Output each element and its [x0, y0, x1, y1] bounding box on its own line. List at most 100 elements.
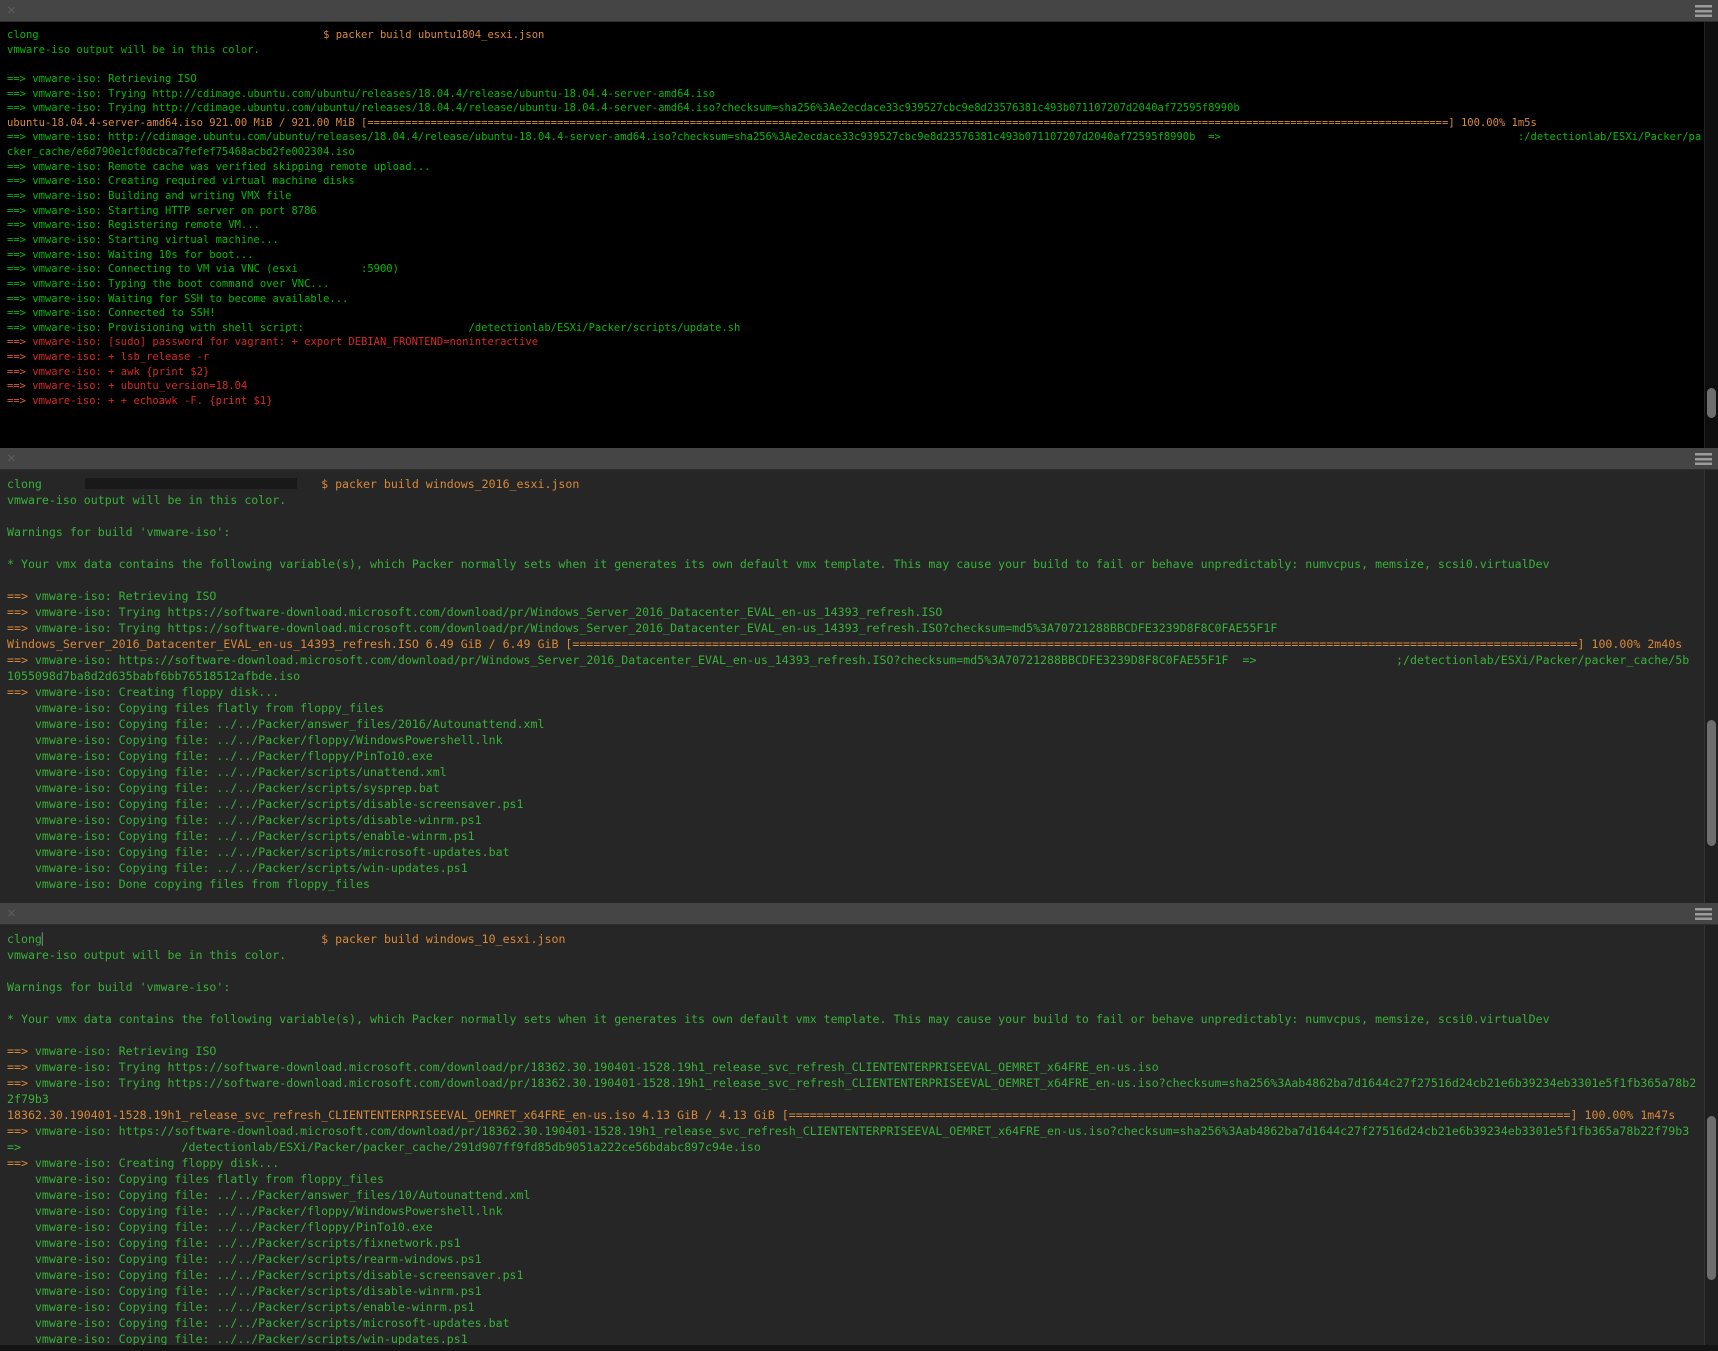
terminal-line: ==> vmware-iso: Trying http://cdimage.ub… [7, 87, 1718, 102]
terminal-line: 18362.30.190401-1528.19h1_release_svc_re… [7, 1107, 1718, 1123]
terminal-line: vmware-iso: Copying file: ../../Packer/f… [7, 1219, 1718, 1235]
terminal-line [7, 1027, 1718, 1043]
pane-title-bar[interactable]: × [0, 0, 1718, 22]
terminal-line: vmware-iso: Done copying files from flop… [7, 876, 1718, 892]
terminal-line [7, 540, 1718, 556]
terminal-line [7, 508, 1718, 524]
terminal-line: ==> vmware-iso: Registering remote VM... [7, 218, 1718, 233]
terminal-line: vmware-iso: Copying file: ../../Packer/s… [7, 780, 1718, 796]
terminal-line: ==> vmware-iso: Trying https://software-… [7, 604, 1718, 620]
terminal-line: ==> vmware-iso: + + echoawk -F. {print $… [7, 394, 1718, 409]
terminal-line: ==> vmware-iso: Typing the boot command … [7, 277, 1718, 292]
close-pane-icon[interactable]: × [7, 904, 16, 924]
terminal-line: vmware-iso: Copying file: ../../Packer/s… [7, 1283, 1718, 1299]
terminal-line: vmware-iso: Copying file: ../../Packer/s… [7, 1235, 1718, 1251]
terminal-line: ==> vmware-iso: Retrieving ISO [7, 588, 1718, 604]
scrollbar-track[interactable] [1704, 470, 1718, 903]
terminal-line: ==> vmware-iso: Starting virtual machine… [7, 233, 1718, 248]
scrollbar-thumb[interactable] [1707, 1116, 1716, 1280]
terminal-line: ==> vmware-iso: Starting HTTP server on … [7, 204, 1718, 219]
terminal-line: vmware-iso: Copying file: ../../Packer/s… [7, 764, 1718, 780]
terminal-line: ==> vmware-iso: Connected to SSH! [7, 306, 1718, 321]
terminal-content[interactable]: clong $ packer build ubuntu1804_esxi.jso… [0, 22, 1718, 448]
terminal-line: ==> vmware-iso: + awk {print $2} [7, 365, 1718, 380]
terminal-line: Windows_Server_2016_Datacenter_EVAL_en-u… [7, 636, 1718, 652]
terminal-line: vmware-iso: Copying file: ../../Packer/s… [7, 1267, 1718, 1283]
terminal-line [7, 572, 1718, 588]
terminal-pane-windows-2016: × clong $ packer build windows_2016_esxi… [0, 448, 1718, 903]
scrollbar-track[interactable] [1704, 22, 1718, 448]
terminal-line: ==> vmware-iso: Provisioning with shell … [7, 321, 1718, 336]
terminal-line: vmware-iso: Copying file: ../../Packer/s… [7, 844, 1718, 860]
terminal-line: vmware-iso output will be in this color. [7, 43, 1718, 58]
terminal-output: clong $ packer build windows_2016_esxi.j… [0, 470, 1718, 892]
terminal-line: ==> vmware-iso: Trying https://software-… [7, 1075, 1718, 1091]
terminal-line: ==> vmware-iso: Building and writing VMX… [7, 189, 1718, 204]
terminal-line: vmware-iso: Copying file: ../../Packer/s… [7, 812, 1718, 828]
terminal-output: clong▏ $ packer build windows_10_esxi.js… [0, 925, 1718, 1345]
terminal-line: vmware-iso output will be in this color. [7, 492, 1718, 508]
terminal-line: ubuntu-18.04.4-server-amd64.iso 921.00 M… [7, 116, 1718, 131]
terminal-line: ==> vmware-iso: Waiting 10s for boot... [7, 248, 1718, 263]
window-bottom-edge [0, 1345, 1718, 1351]
terminal-line: vmware-iso: Copying file: ../../Packer/s… [7, 1251, 1718, 1267]
close-pane-icon[interactable]: × [7, 449, 16, 469]
terminal-line: vmware-iso: Copying file: ../../Packer/f… [7, 732, 1718, 748]
pane-title-bar[interactable]: × [0, 448, 1718, 470]
terminal-line: Warnings for build 'vmware-iso': [7, 524, 1718, 540]
terminal-line: ==> vmware-iso: Creating required virtua… [7, 174, 1718, 189]
terminal-line: ==> vmware-iso: Trying https://software-… [7, 620, 1718, 636]
terminal-line: ==> vmware-iso: [sudo] password for vagr… [7, 335, 1718, 350]
terminal-line: ==> vmware-iso: https://software-downloa… [7, 652, 1718, 668]
terminal-line [7, 995, 1718, 1011]
terminal-line: vmware-iso: Copying file: ../../Packer/f… [7, 748, 1718, 764]
scrollbar-thumb[interactable] [1707, 720, 1716, 846]
terminal-line: ==> vmware-iso: http://cdimage.ubuntu.co… [7, 130, 1718, 145]
terminal-line: ==> vmware-iso: https://software-downloa… [7, 1123, 1718, 1139]
terminal-line: vmware-iso: Copying file: ../../Packer/s… [7, 1299, 1718, 1315]
terminal-line: ==> vmware-iso: Retrieving ISO [7, 1043, 1718, 1059]
terminal-line: ==> vmware-iso: + ubuntu_version=18.04 [7, 379, 1718, 394]
terminal-line: ==> vmware-iso: Retrieving ISO [7, 72, 1718, 87]
terminal-line: ==> vmware-iso: Creating floppy disk... [7, 1155, 1718, 1171]
terminal-pane-ubuntu1804: × clong $ packer build ubuntu1804_esxi.j… [0, 0, 1718, 448]
pane-menu-icon[interactable] [1695, 908, 1712, 920]
terminal-line: * Your vmx data contains the following v… [7, 1011, 1718, 1027]
terminal-line: vmware-iso output will be in this color. [7, 947, 1718, 963]
close-pane-icon[interactable]: × [7, 1, 16, 21]
terminal-content[interactable]: clong▏ $ packer build windows_10_esxi.js… [0, 925, 1718, 1345]
terminal-line: vmware-iso: Copying file: ../../Packer/a… [7, 716, 1718, 732]
terminal-line: => /detectionlab/ESXi/Packer/packer_cach… [7, 1139, 1718, 1155]
terminal-line: clong $ packer build windows_2016_esxi.j… [7, 476, 1718, 492]
terminal-pane-windows-10: × clong▏ $ packer build windows_10_esxi.… [0, 903, 1718, 1345]
terminal-line: Warnings for build 'vmware-iso': [7, 979, 1718, 995]
terminal-line: 2f79b3 [7, 1091, 1718, 1107]
scrollbar-track[interactable] [1704, 925, 1718, 1345]
terminal-line: ==> vmware-iso: Remote cache was verifie… [7, 160, 1718, 175]
terminal-line: ==> vmware-iso: Creating floppy disk... [7, 684, 1718, 700]
terminal-line: vmware-iso: Copying file: ../../Packer/s… [7, 828, 1718, 844]
terminal-line: ==> vmware-iso: Trying http://cdimage.ub… [7, 101, 1718, 116]
terminal-line: ==> vmware-iso: Waiting for SSH to becom… [7, 292, 1718, 307]
terminal-window: × clong $ packer build ubuntu1804_esxi.j… [0, 0, 1718, 1351]
terminal-output: clong $ packer build ubuntu1804_esxi.jso… [0, 22, 1718, 409]
terminal-line: 1055098d7ba8d2d635babf6bb76518512afbde.i… [7, 668, 1718, 684]
terminal-line: * Your vmx data contains the following v… [7, 556, 1718, 572]
terminal-line: vmware-iso: Copying files flatly from fl… [7, 700, 1718, 716]
terminal-line: vmware-iso: Copying file: ../../Packer/a… [7, 1187, 1718, 1203]
terminal-line: vmware-iso: Copying files flatly from fl… [7, 1171, 1718, 1187]
pane-title-bar[interactable]: × [0, 903, 1718, 925]
terminal-line: vmware-iso: Copying file: ../../Packer/f… [7, 1203, 1718, 1219]
scrollbar-thumb[interactable] [1707, 388, 1716, 418]
terminal-line: vmware-iso: Copying file: ../../Packer/s… [7, 796, 1718, 812]
terminal-line [7, 963, 1718, 979]
pane-menu-icon[interactable] [1695, 5, 1712, 17]
terminal-line: vmware-iso: Copying file: ../../Packer/s… [7, 1315, 1718, 1331]
terminal-content[interactable]: clong $ packer build windows_2016_esxi.j… [0, 470, 1718, 903]
terminal-line: vmware-iso: Copying file: ../../Packer/s… [7, 1331, 1718, 1345]
terminal-line [7, 57, 1718, 72]
pane-menu-icon[interactable] [1695, 453, 1712, 465]
terminal-line: ==> vmware-iso: Connecting to VM via VNC… [7, 262, 1718, 277]
terminal-line: clong $ packer build ubuntu1804_esxi.jso… [7, 28, 1718, 43]
terminal-line: clong▏ $ packer build windows_10_esxi.js… [7, 931, 1718, 947]
